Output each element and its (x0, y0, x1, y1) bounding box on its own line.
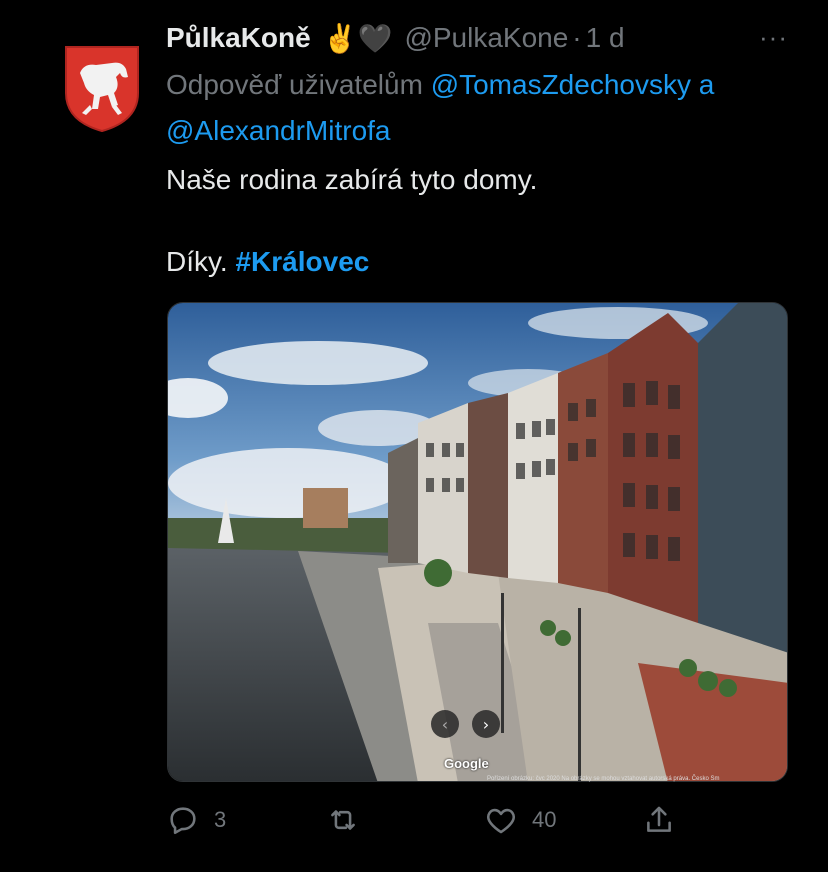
share-icon (647, 806, 671, 832)
hashtag-link[interactable]: #Královec (235, 246, 369, 277)
heart-icon (487, 808, 515, 834)
separator: · (572, 22, 582, 53)
retweet-button[interactable] (326, 800, 374, 840)
reply-connector: a (690, 69, 715, 100)
tweet-header: PůlkaKoně ✌️🖤 @PulkaKone · 1 d (166, 16, 788, 60)
like-count: 40 (532, 807, 557, 832)
reply-count: 3 (214, 807, 227, 832)
media-image[interactable] (167, 302, 788, 782)
retweet-icon (331, 810, 355, 830)
tweet-text-line: Naše rodina zabírá tyto domy. (166, 164, 538, 195)
shield-horse-icon (65, 46, 139, 133)
author-emojis: ✌️🖤 (322, 21, 393, 55)
reply-prefix: Odpověď uživatelům (166, 69, 431, 100)
carousel-prev-button[interactable]: ‹ (431, 710, 459, 738)
carousel-next-button[interactable]: › (472, 710, 500, 738)
mention-link[interactable]: @AlexandrMitrofa (166, 115, 391, 146)
avatar[interactable] (47, 33, 157, 143)
author-name[interactable]: PůlkaKoně (166, 22, 311, 54)
tweet-text: Díky. (166, 246, 236, 277)
tweet-actions: 3 40 (166, 800, 706, 840)
image-copyright: Pořízení obrázku: čvc 2020 Na obrázky se… (487, 776, 720, 782)
more-options-icon[interactable]: ··· (759, 22, 788, 52)
reply-icon (170, 807, 196, 835)
author-handle[interactable]: @PulkaKone (404, 22, 568, 54)
share-button[interactable] (642, 800, 676, 840)
street-view-photo (168, 303, 787, 781)
tweet-text-line: Díky. #Královec (166, 246, 369, 278)
mention-link[interactable]: @TomasZdechovsky (431, 69, 691, 100)
timestamp[interactable]: 1 d (586, 22, 625, 54)
google-watermark: Google (444, 756, 489, 771)
reply-button[interactable]: 3 (166, 800, 226, 840)
reply-context: Odpověď uživatelům @TomasZdechovsky a @A… (166, 62, 796, 154)
like-button[interactable]: 40 (484, 800, 556, 840)
